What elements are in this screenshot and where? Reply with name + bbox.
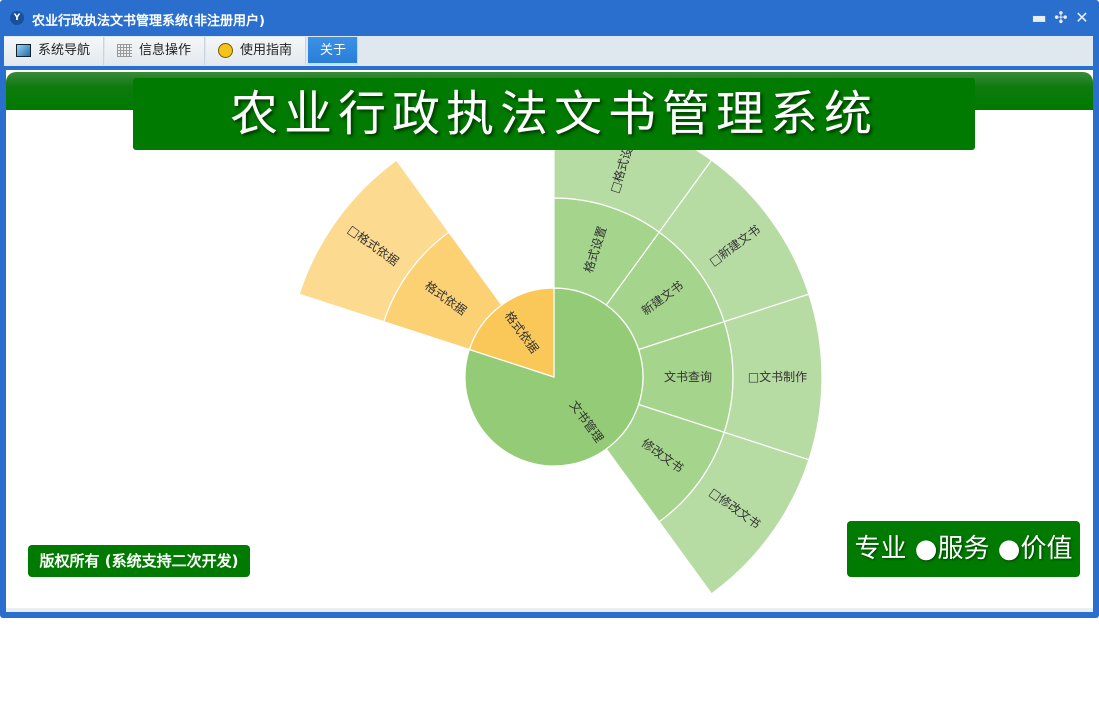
- tab-label: 系统导航: [38, 43, 91, 58]
- window-title: 农业行政执法文书管理系统(非注册用户): [32, 14, 265, 29]
- tab-label: 关于: [320, 43, 347, 58]
- app-logo-icon: Y: [10, 11, 24, 25]
- copyright-badge: 版权所有 (系统支持二次开发): [28, 545, 250, 577]
- restore-icon[interactable]: ✣: [1052, 8, 1070, 27]
- app-window: Y 农业行政执法文书管理系统(非注册用户) ▬ ✣ ✕ 系统导航 信息操作 使用…: [0, 0, 1099, 618]
- tab-bar: 系统导航 信息操作 使用指南 关于: [4, 36, 1093, 66]
- tab-label: 使用指南: [240, 43, 293, 58]
- sunburst-label: 文书查询: [664, 369, 712, 384]
- minimize-icon[interactable]: ▬: [1030, 8, 1048, 27]
- tab-about[interactable]: 关于: [308, 37, 358, 65]
- slogan-badge: 专业 ●服务 ●价值: [847, 521, 1080, 577]
- content-area: 文书管理 格式设置 □格式设置 新建文书 □新建文书 文书查询 □文书制作 修改文书 □修改文书…: [6, 70, 1093, 612]
- tab-label: 信息操作: [139, 43, 192, 58]
- sunburst-label: □文书制作: [748, 369, 807, 384]
- title-bar: Y 农业行政执法文书管理系统(非注册用户) ▬ ✣ ✕: [0, 0, 1099, 36]
- page-title: 农业行政执法文书管理系统: [133, 78, 975, 150]
- tab-user-guide[interactable]: 使用指南: [206, 37, 306, 65]
- tab-system-nav[interactable]: 系统导航: [4, 37, 104, 65]
- monitor-icon: [16, 44, 31, 57]
- grid-icon: [117, 44, 132, 57]
- close-icon[interactable]: ✕: [1073, 8, 1091, 27]
- tab-info-ops[interactable]: 信息操作: [105, 37, 205, 65]
- help-icon: [218, 43, 233, 58]
